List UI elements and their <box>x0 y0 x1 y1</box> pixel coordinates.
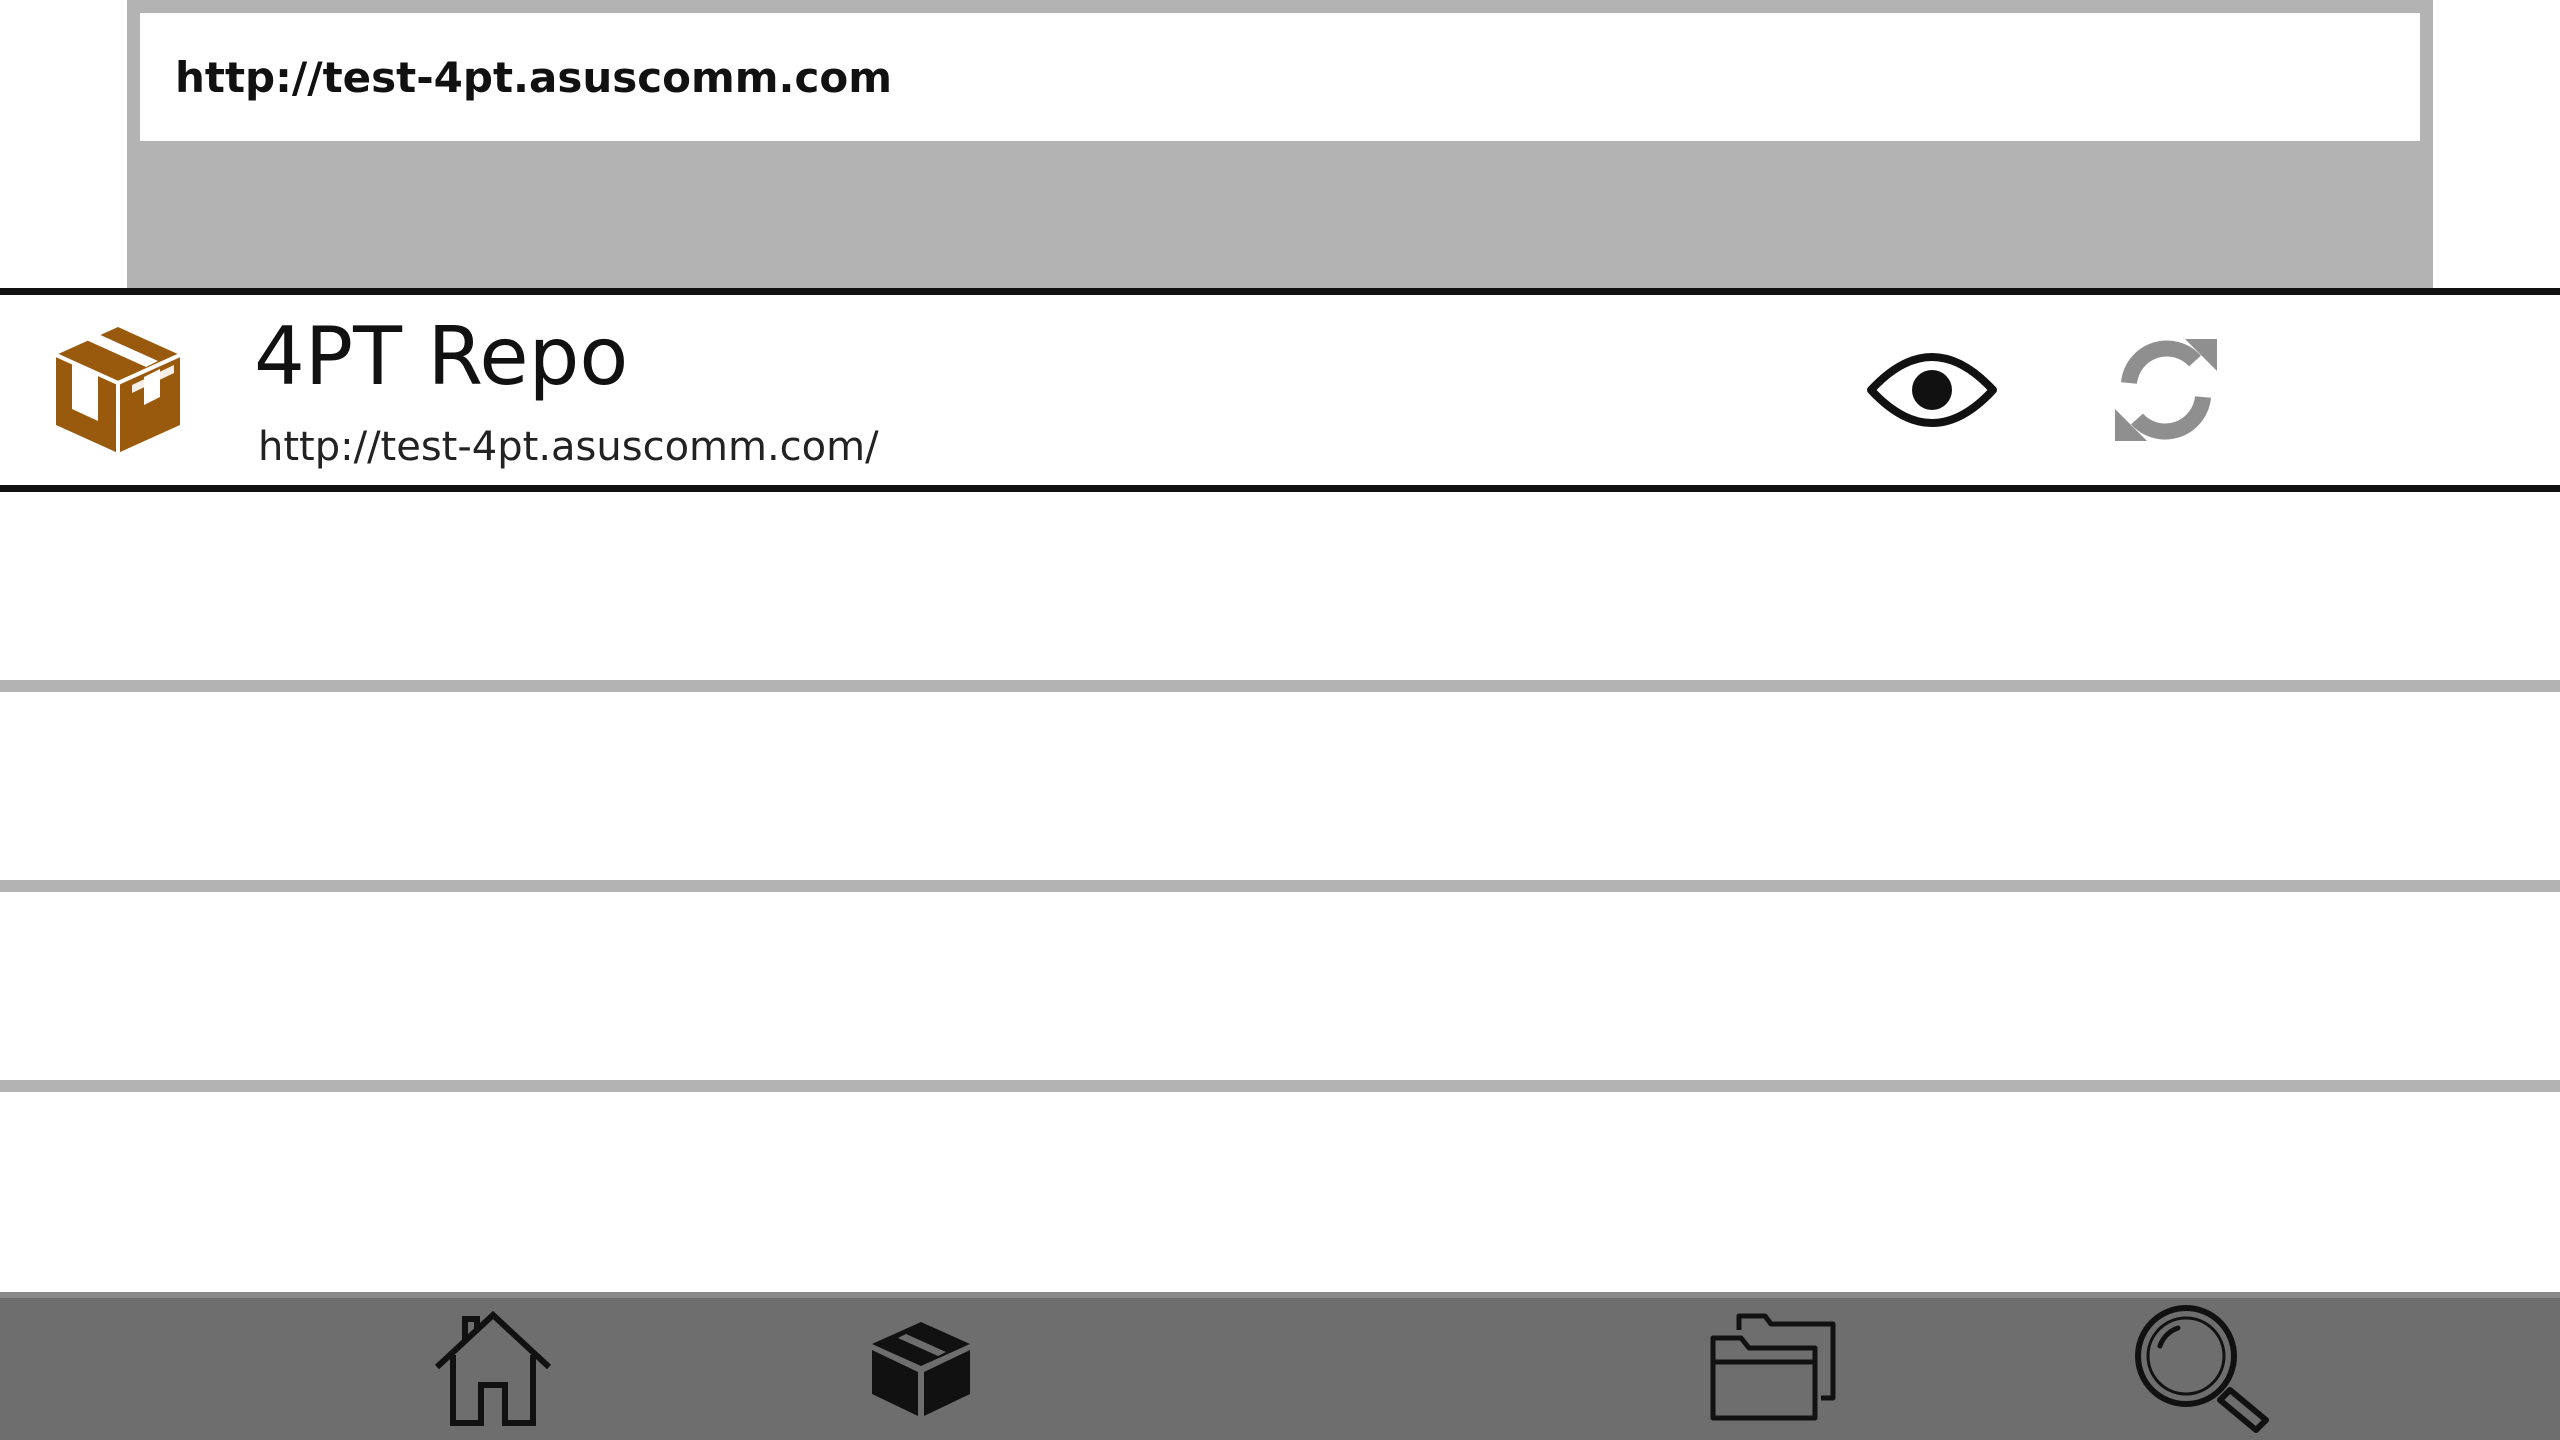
empty-row <box>0 692 2560 892</box>
url-entry-panel <box>127 0 2433 288</box>
tab-home[interactable] <box>413 1298 573 1440</box>
repo-url-input[interactable] <box>140 13 2420 141</box>
refresh-repo-button[interactable] <box>2101 333 2231 451</box>
empty-row <box>0 492 2560 692</box>
repo-row[interactable]: 4PT Repo http://test-4pt.asuscomm.com/ <box>0 288 2560 492</box>
tab-sources[interactable] <box>841 1298 1001 1440</box>
repo-name: 4PT Repo <box>254 310 629 403</box>
eye-icon <box>1867 350 1997 434</box>
repo-url: http://test-4pt.asuscomm.com/ <box>258 424 879 470</box>
view-repo-button[interactable] <box>1867 333 1997 451</box>
package-box-icon <box>48 317 188 457</box>
empty-row <box>0 892 2560 1092</box>
empty-row <box>0 1092 2560 1292</box>
refresh-icon <box>2107 331 2225 453</box>
bottom-tab-bar <box>0 1292 2560 1440</box>
app-screen: 4PT Repo http://test-4pt.asuscomm.com/ <box>0 0 2560 1440</box>
package-icon <box>866 1312 976 1426</box>
repo-list: 4PT Repo http://test-4pt.asuscomm.com/ <box>0 288 2560 1292</box>
tab-search[interactable] <box>2120 1298 2280 1440</box>
search-icon <box>2130 1300 2270 1438</box>
tab-installed[interactable] <box>1693 1298 1853 1440</box>
folders-icon <box>1709 1308 1837 1430</box>
home-icon <box>431 1305 555 1433</box>
